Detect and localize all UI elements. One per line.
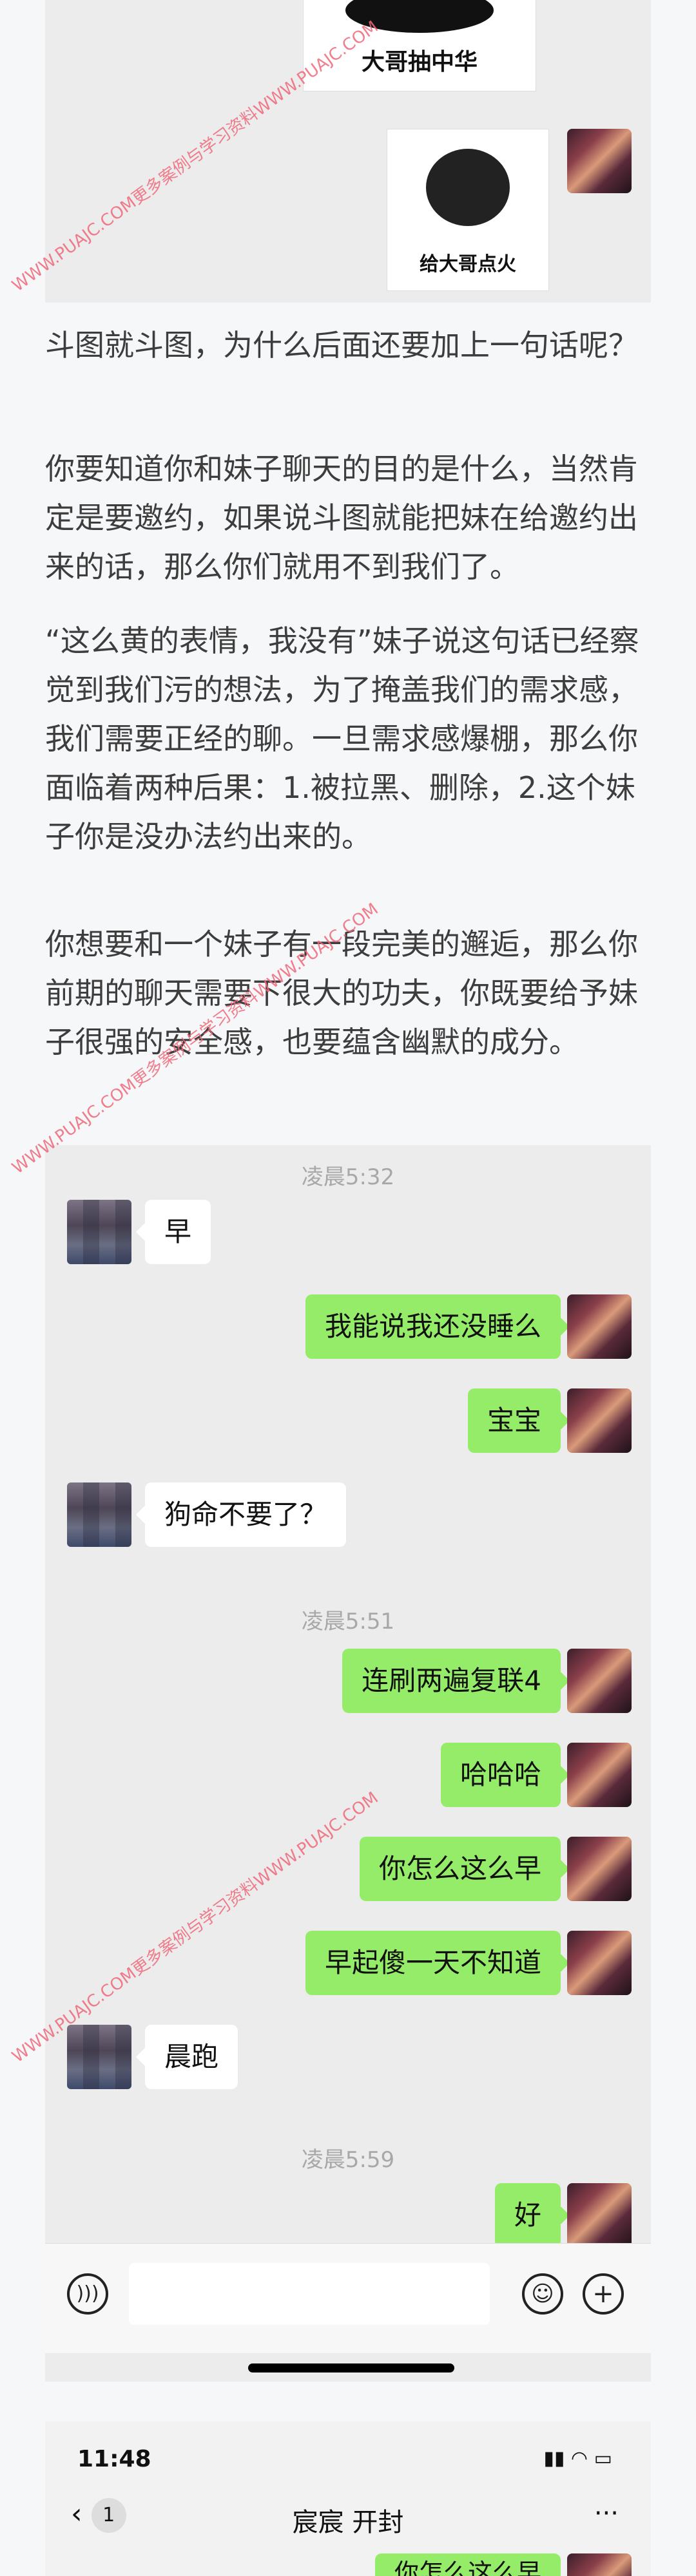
voice-icon[interactable]: ))) xyxy=(67,2273,108,2315)
status-icons: ▮▮ ◠ ▭ xyxy=(543,2447,612,2470)
timestamp: 凌晨5:32 xyxy=(301,1164,395,1190)
avatar xyxy=(567,1743,632,1807)
avatar xyxy=(567,129,632,193)
chat-input-bar: ))) ☺ + xyxy=(45,2243,651,2353)
avatar xyxy=(567,2553,632,2576)
message-bubble: 宝宝 xyxy=(467,1388,570,1453)
avatar xyxy=(567,1931,632,1995)
plus-icon[interactable]: + xyxy=(583,2273,624,2315)
message-input[interactable] xyxy=(129,2263,490,2325)
message-bubble: 我能说我还没睡么 xyxy=(305,1294,570,1359)
paragraph: 你要知道你和妹子聊天的目的是什么，当然肯定是要邀约，如果说斗图就能把妹在给邀约出… xyxy=(45,451,638,584)
avatar xyxy=(567,1294,632,1359)
emoji-icon[interactable]: ☺ xyxy=(522,2273,563,2315)
timestamp: 凌晨5:51 xyxy=(301,1609,395,1634)
sticker-caption: 给大哥点火 xyxy=(420,253,516,276)
more-icon[interactable]: ··· xyxy=(594,2499,619,2528)
sticker-light: 给大哥点火 xyxy=(387,129,549,291)
status-time: 11:48 xyxy=(77,2446,151,2472)
page: 大哥抽中华 给大哥点火 斗图就斗图，为什么后面还要加上一句话呢？ 你要知道你和妹… xyxy=(0,0,696,2576)
chat-title: 宸宸 开封 xyxy=(292,2508,404,2537)
paragraph: 你想要和一个妹子有一段完美的邂逅，那么你前期的聊天需要下很大的功夫，你既要给予妹… xyxy=(45,927,638,1059)
avatar xyxy=(567,1837,632,1901)
avatar xyxy=(567,1649,632,1713)
message-bubble: 狗命不要了？ xyxy=(135,1482,347,1547)
avatar xyxy=(67,1482,131,1547)
avatar xyxy=(67,2025,131,2089)
avatar xyxy=(67,1200,131,1264)
message-bubble: 早 xyxy=(135,1200,211,1264)
chat-screenshot-header: 11:48 ▮▮ ◠ ▭ ‹ 1 宸宸 开封 ··· 你怎么这么早 xyxy=(45,2421,651,2576)
avatar xyxy=(567,1388,632,1453)
message-bubble: 早起傻一天不知道 xyxy=(305,1931,570,1995)
paragraph: 斗图就斗图，为什么后面还要加上一句话呢？ xyxy=(45,328,638,363)
message-bubble: 哈哈哈 xyxy=(440,1743,570,1807)
message-bubble: 晨跑 xyxy=(135,2025,238,2089)
paragraph: “这么黄的表情，我没有”妹子说这句话已经察觉到我们污的想法，为了掩盖我们的需求感… xyxy=(45,623,639,854)
message-bubble: 好 xyxy=(494,2183,570,2248)
message-bubble: 你怎么这么早 xyxy=(359,1837,570,1901)
home-indicator xyxy=(248,2363,454,2372)
avatar xyxy=(567,2183,632,2248)
chat-screenshot-conversation: 凌晨5:32 早 我能说我还没睡么 宝宝 狗命不要了？ 凌晨5:51 连刷两遍复… xyxy=(45,1145,651,2382)
message-bubble: 连刷两遍复联4 xyxy=(342,1649,570,1713)
message-bubble: 你怎么这么早 xyxy=(374,2553,561,2576)
timestamp: 凌晨5:59 xyxy=(301,2147,395,2173)
